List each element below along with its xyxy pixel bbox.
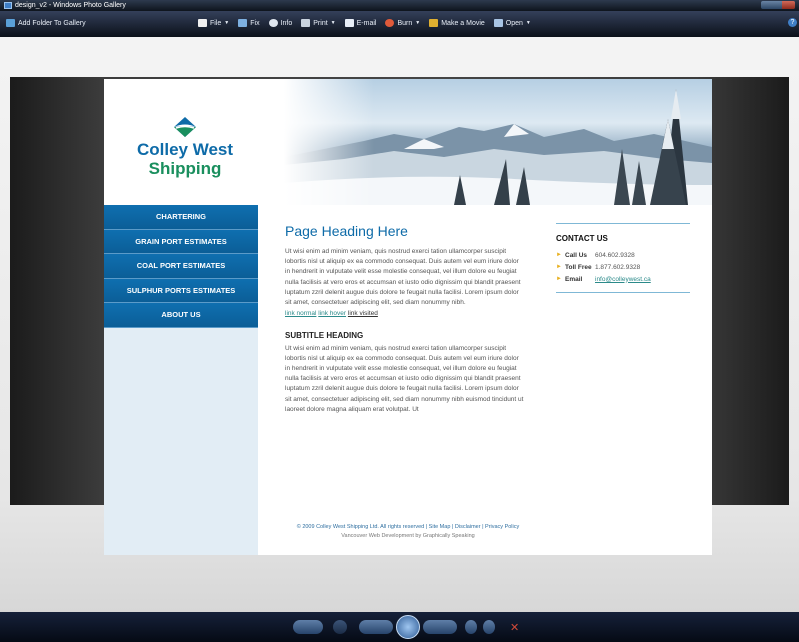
link-normal[interactable]: link normal [285,310,316,317]
make-movie-label: Make a Movie [441,19,485,27]
rotate-right-icon[interactable] [483,620,495,634]
site-logo[interactable]: Colley West Shipping [104,79,284,205]
open-label: Open [505,19,523,27]
window-controls[interactable] [761,1,795,9]
open-icon [493,19,503,27]
email-icon [344,19,354,27]
contact-row-tollfree: ► Toll Free 1.877.602.9328 [556,261,690,273]
site-footer: © 2009 Colley West Shipping Ltd. All rig… [104,523,712,541]
movie-icon [429,19,439,27]
nav-item-grain-port-estimates[interactable]: GRAIN PORT ESTIMATES [104,229,258,254]
contact-title: CONTACT US [556,234,608,243]
main-nav: CHARTERING GRAIN PORT ESTIMATES COAL POR… [104,205,258,328]
contact-row-call: ► Call Us 604.602.9328 [556,249,690,261]
add-folder-button[interactable]: Add Folder To Gallery [6,19,86,27]
email-label: E-mail [356,19,377,27]
logo-line-2: Shipping [148,159,222,178]
footer-links[interactable]: © 2009 Colley West Shipping Ltd. All rig… [104,523,712,532]
close-window-icon[interactable] [782,1,795,9]
burn-menu-button[interactable]: Burn ▼ [385,19,420,27]
info-label: Info [280,19,293,27]
link-hover[interactable]: link hover [318,310,346,317]
tollfree-label: Toll Free [565,263,592,271]
hero-fade [284,79,374,205]
info-button[interactable]: Info [268,19,293,27]
link-visited[interactable]: link visited [348,310,378,317]
rotate-left-icon[interactable] [465,620,477,634]
chevron-down-icon: ▼ [224,20,230,26]
playback-control-bar: ✕ [0,612,799,642]
previous-icon[interactable] [359,620,393,634]
tollfree-value: 1.877.602.9328 [595,263,641,271]
hero-mountain-image [284,79,712,205]
delete-icon[interactable]: ✕ [510,621,519,634]
help-icon[interactable]: ? [788,18,797,27]
bullet-arrow-icon: ► [556,252,562,258]
make-movie-button[interactable]: Make a Movie [429,19,485,27]
fix-label: Fix [250,19,260,27]
burn-icon [385,19,395,27]
bullet-arrow-icon: ► [556,276,562,282]
file-menu-label: File [210,19,222,27]
viewer-controls: ✕ [285,615,525,639]
call-value: 604.602.9328 [595,251,635,259]
print-icon [301,19,311,27]
info-icon [268,19,278,27]
open-menu-button[interactable]: Open ▼ [493,19,531,27]
window-title-bar: design_v2 - Windows Photo Gallery [0,0,799,11]
file-icon [198,19,207,27]
add-folder-icon [6,19,15,27]
chevron-down-icon: ▼ [330,20,336,26]
link-examples: link normal link hover link visited [285,309,525,319]
slideshow-play-icon[interactable] [396,615,420,639]
sidebar: CHARTERING GRAIN PORT ESTIMATES COAL POR… [104,205,258,555]
nav-item-sulphur-ports-estimates[interactable]: SULPHUR PORTS ESTIMATES [104,278,258,303]
nav-item-chartering[interactable]: CHARTERING [104,205,258,230]
email-label: Email [565,275,583,283]
body-paragraph-2: Ut wisi enim ad minim veniam, quis nostr… [285,344,524,413]
burn-label: Burn [397,19,413,27]
nav-item-coal-port-estimates[interactable]: COAL PORT ESTIMATES [104,254,258,279]
add-folder-label: Add Folder To Gallery [18,19,86,27]
photo-viewer: Colley West Shipping CHARTERING GRAIN PO… [0,37,799,612]
nav-item-about-us[interactable]: ABOUT US [104,303,258,328]
fix-button[interactable]: Fix [238,19,260,27]
body-paragraph-1: Ut wisi enim ad minim veniam, quis nostr… [285,248,521,307]
fix-icon [238,19,248,27]
bullet-arrow-icon: ► [556,264,562,270]
call-label: Call Us [565,251,588,259]
footer-credit: Vancouver Web Development by Graphically… [341,533,475,539]
email-link[interactable]: info@colleywest.ca [595,276,651,283]
zoom-icon[interactable] [293,620,323,634]
contact-box: CONTACT US ► Call Us 604.602.9328 ► Toll… [556,223,690,293]
main-content: Page Heading Here Ut wisi enim ad minim … [285,223,525,415]
chevron-down-icon: ▼ [415,20,421,26]
file-menu-button[interactable]: File ▼ [198,19,229,27]
contact-row-email: ► Email info@colleywest.ca [556,273,690,285]
logo-mark-icon [174,117,196,137]
email-button[interactable]: E-mail [344,19,377,27]
print-label: Print [313,19,328,27]
actual-size-icon[interactable] [333,620,347,634]
page-heading: Page Heading Here [285,223,408,239]
photo-gallery-app-icon [4,2,12,9]
website-mockup: Colley West Shipping CHARTERING GRAIN PO… [104,79,712,555]
print-menu-button[interactable]: Print ▼ [301,19,336,27]
subtitle-heading: SUBTITLE HEADING [285,331,364,341]
logo-line-1: Colley West [136,140,234,159]
next-icon[interactable] [423,620,457,634]
window-title: design_v2 - Windows Photo Gallery [15,2,126,9]
chevron-down-icon: ▼ [525,20,531,26]
toolbar-menu: File ▼ Fix Info Print ▼ E-mail Burn ▼ Make … [198,19,531,27]
gallery-toolbar: Add Folder To Gallery File ▼ Fix Info Pri… [0,11,799,37]
